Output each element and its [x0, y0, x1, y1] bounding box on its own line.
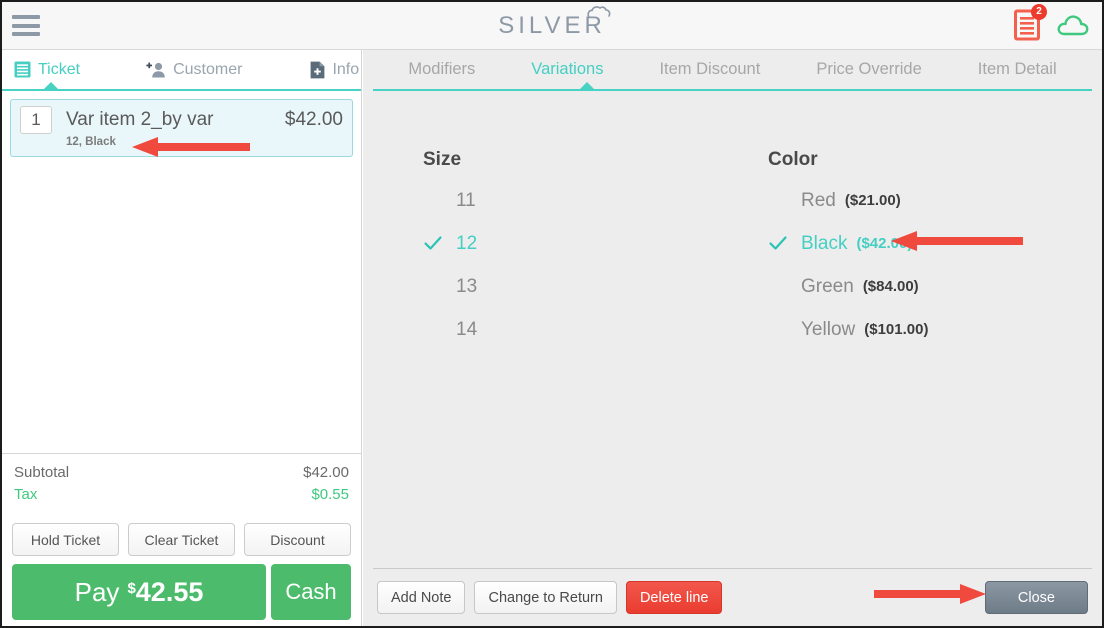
variation-option-label: Yellow — [801, 318, 856, 340]
sidebar-tab-info[interactable]: Info — [310, 61, 359, 79]
ticket-sidebar: Ticket Customer Info 1 Var item 2_by var… — [2, 50, 362, 626]
ticket-action-buttons: Hold Ticket Clear Ticket Discount — [2, 523, 361, 556]
line-item-name: Var item 2_by var — [66, 109, 214, 130]
tab-variations[interactable]: Variations — [531, 60, 603, 79]
panel-bottom-bar: Add Note Change to Return Delete line Cl… — [373, 568, 1092, 626]
sidebar-tab-info-label: Info — [332, 60, 360, 78]
variation-option-label: 12 — [456, 232, 478, 254]
tab-item-detail[interactable]: Item Detail — [978, 60, 1057, 79]
line-item-variations: 12, Black — [66, 136, 116, 148]
variation-option-label: 14 — [456, 318, 478, 340]
checkmark-icon — [424, 236, 442, 250]
active-panel-tab-indicator — [578, 82, 596, 91]
clear-ticket-button[interactable]: Clear Ticket — [128, 523, 235, 556]
variation-option-label: Green — [801, 275, 854, 297]
variation-group-size: Size 11 12 13 14 — [423, 91, 477, 351]
ticket-item-list: 1 Var item 2_by var $42.00 12, Black — [2, 91, 361, 431]
variation-option[interactable]: 14 — [423, 308, 477, 351]
close-button[interactable]: Close — [984, 581, 1088, 614]
ticket-list-icon — [14, 61, 31, 78]
variation-option-label: Black — [801, 232, 848, 254]
pay-label: Pay — [74, 576, 120, 607]
sidebar-tab-customer[interactable]: Customer — [146, 61, 242, 79]
top-bar: SILVER 2 — [2, 2, 1102, 50]
hold-ticket-button[interactable]: Hold Ticket — [12, 523, 119, 556]
sidebar-tab-ticket[interactable]: Ticket — [14, 61, 80, 79]
variation-option-price: ($21.00) — [844, 192, 901, 209]
sidebar-tab-ticket-label: Ticket — [38, 60, 81, 78]
checkmark-icon — [769, 236, 787, 250]
document-plus-icon — [311, 61, 325, 78]
variation-option-price: ($101.00) — [864, 321, 929, 338]
variation-option[interactable]: Yellow ($101.00) — [768, 308, 928, 351]
pos-app-window: SILVER 2 Ticket Customer Info 1 Var item… — [0, 0, 1104, 628]
variation-option[interactable]: Red ($21.00) — [768, 179, 928, 222]
variation-option[interactable]: 11 — [423, 179, 477, 222]
active-tab-indicator — [42, 82, 60, 91]
subtotal-row: Subtotal $42.00 — [14, 464, 349, 481]
tab-item-discount[interactable]: Item Discount — [659, 60, 760, 79]
cash-button[interactable]: Cash — [271, 564, 351, 620]
delete-line-button[interactable]: Delete line — [625, 581, 723, 614]
subtotal-label: Subtotal — [14, 464, 70, 481]
line-item-quantity[interactable]: 1 — [20, 106, 52, 134]
tax-value: $0.55 — [311, 486, 349, 503]
ticket-totals: Subtotal $42.00 Tax $0.55 — [2, 453, 361, 514]
ticket-line-item[interactable]: 1 Var item 2_by var $42.00 12, Black — [10, 99, 353, 157]
variation-option-price: ($42.00) — [856, 235, 913, 252]
add-note-button[interactable]: Add Note — [377, 581, 466, 614]
tab-modifiers[interactable]: Modifiers — [408, 60, 475, 79]
variation-option-label: 11 — [456, 189, 476, 211]
sidebar-tab-customer-label: Customer — [173, 60, 243, 78]
variation-option[interactable]: Black ($42.00) — [768, 222, 928, 265]
variation-option[interactable]: 13 — [423, 265, 477, 308]
receipt-icon[interactable]: 2 — [1014, 4, 1047, 41]
variation-option-label: 13 — [456, 275, 478, 297]
pay-amount: 42.55 — [135, 576, 204, 607]
variations-area: Size 11 12 13 14 Color Red ($21.00) Blac… — [363, 91, 1102, 546]
receipt-badge-count: 2 — [1031, 4, 1047, 20]
tab-price-override[interactable]: Price Override — [816, 60, 921, 79]
sidebar-tab-bar: Ticket Customer Info — [2, 50, 361, 91]
payment-buttons: Pay $ 42.55 Cash — [2, 564, 361, 620]
variation-group-color: Color Red ($21.00) Black ($42.00) Green … — [768, 91, 928, 351]
top-bar-icons: 2 — [1014, 4, 1090, 41]
variation-option-price: ($84.00) — [862, 278, 919, 295]
cloud-sync-icon[interactable] — [1056, 12, 1090, 38]
pay-button[interactable]: Pay $ 42.55 — [12, 564, 266, 620]
pay-currency-symbol: $ — [127, 580, 136, 597]
add-person-icon — [146, 62, 165, 77]
variation-option[interactable]: Green ($84.00) — [768, 265, 928, 308]
subtotal-value: $42.00 — [303, 464, 349, 481]
discount-button[interactable]: Discount — [244, 523, 351, 556]
item-detail-panel: Modifiers Variations Item Discount Price… — [363, 50, 1102, 626]
variation-option-label: Red — [801, 189, 836, 211]
cloud-icon — [587, 6, 611, 18]
app-logo: SILVER — [2, 2, 1102, 50]
tax-row: Tax $0.55 — [14, 486, 349, 503]
variation-group-title: Color — [768, 149, 818, 170]
tax-label: Tax — [14, 486, 38, 503]
line-item-price: $42.00 — [284, 109, 343, 130]
panel-tab-bar: Modifiers Variations Item Discount Price… — [373, 50, 1092, 91]
variation-option[interactable]: 12 — [423, 222, 477, 265]
change-to-return-button[interactable]: Change to Return — [474, 581, 617, 614]
variation-group-title: Size — [423, 149, 462, 170]
